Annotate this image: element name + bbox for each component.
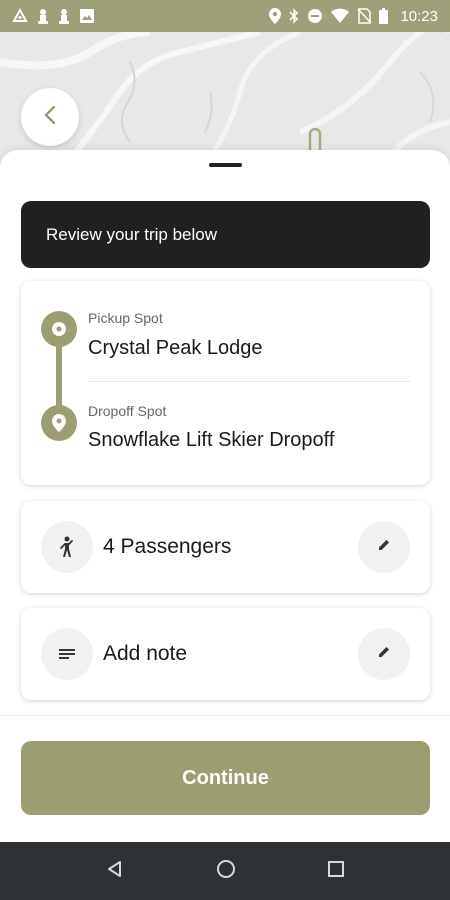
home-circle-icon[interactable]: [215, 858, 237, 885]
pencil-icon: [377, 538, 391, 557]
dropoff-label: Dropoff Spot: [88, 403, 167, 419]
location-icon: [269, 8, 282, 24]
continue-button-label: Continue: [182, 766, 269, 789]
status-bar: 10:23: [0, 0, 450, 32]
no-sim-icon: [357, 8, 372, 24]
dropoff-name: Snowflake Lift Skier Dropoff: [88, 429, 335, 451]
edit-passengers-button[interactable]: [358, 521, 410, 573]
review-banner: Review your trip below: [21, 201, 430, 268]
pickup-name: Crystal Peak Lodge: [88, 337, 263, 359]
passengers-count: 4 Passengers: [103, 535, 232, 558]
person-icon: [41, 521, 93, 573]
recents-square-icon[interactable]: [327, 860, 345, 883]
back-triangle-icon[interactable]: [105, 859, 125, 884]
add-note-label: Add note: [103, 642, 188, 665]
bluetooth-icon: [289, 8, 299, 24]
chess-piece-icon: [58, 8, 70, 24]
trip-review-sheet: Review your trip below Pickup Spot Cryst…: [0, 150, 450, 842]
review-banner-text: Review your trip below: [46, 224, 218, 244]
back-button[interactable]: [21, 88, 79, 146]
status-right-icons: 10:23: [269, 8, 438, 25]
pickup-marker-icon: [41, 311, 77, 347]
status-time: 10:23: [400, 7, 438, 25]
chess-piece-icon: [37, 8, 49, 24]
route-divider: [88, 381, 410, 382]
trip-route-card: Pickup Spot Crystal Peak Lodge Dropoff S…: [21, 281, 430, 485]
status-left-icons: [12, 8, 95, 24]
system-nav-bar: [0, 842, 450, 900]
sheet-drag-handle[interactable]: [209, 163, 242, 167]
edit-note-button[interactable]: [358, 628, 410, 680]
continue-button[interactable]: Continue: [21, 741, 430, 815]
pickup-label: Pickup Spot: [88, 310, 163, 326]
image-icon: [79, 8, 95, 24]
pencil-icon: [377, 645, 391, 664]
android-logo-icon: [12, 8, 28, 24]
passengers-row[interactable]: 4 Passengers: [21, 501, 430, 593]
add-note-row[interactable]: Add note: [21, 608, 430, 700]
dropoff-pin-icon: [41, 405, 77, 441]
notes-icon: [41, 628, 93, 680]
wifi-icon: [331, 8, 350, 24]
do-not-disturb-icon: [307, 8, 323, 24]
sheet-divider: [0, 715, 450, 716]
battery-icon: [379, 8, 389, 24]
chevron-left-icon: [43, 105, 57, 130]
